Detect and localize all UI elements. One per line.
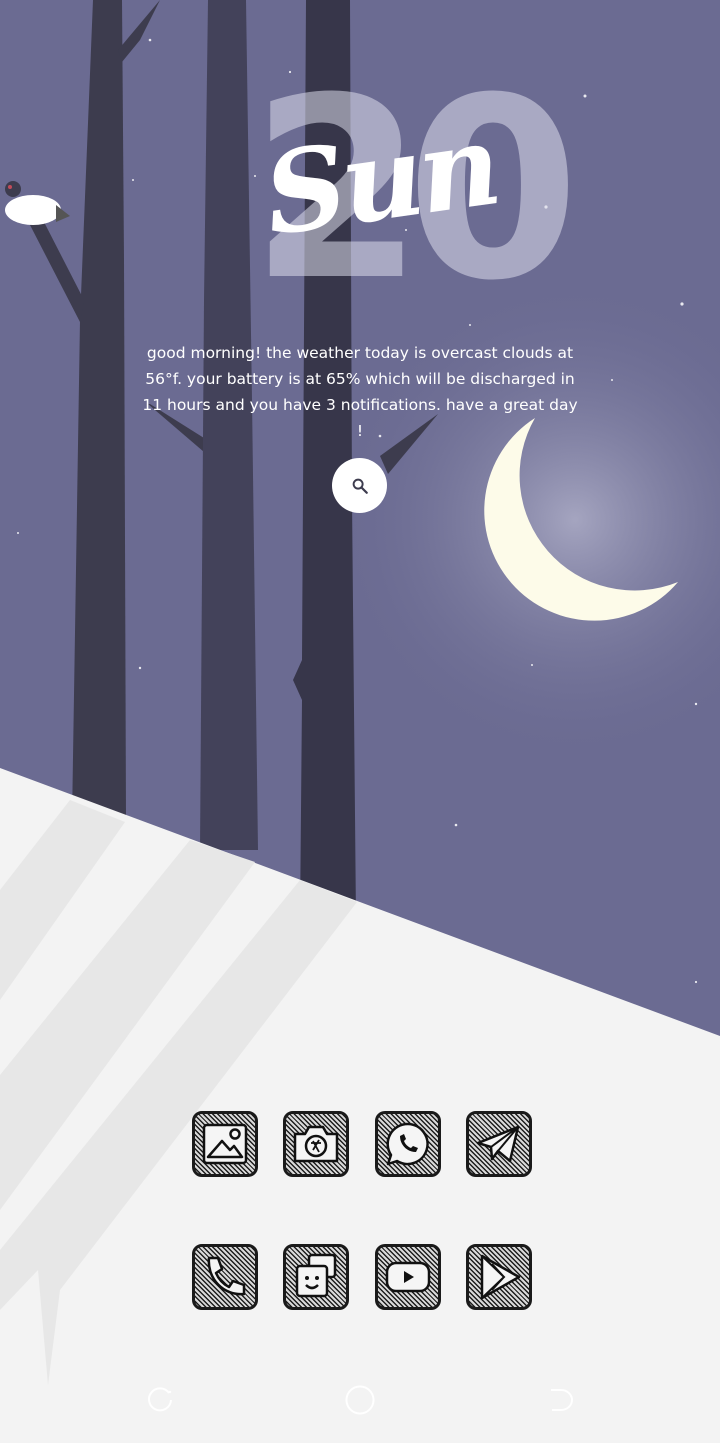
search-icon	[352, 478, 368, 494]
gallery-app[interactable]	[192, 1111, 258, 1177]
phone-icon	[207, 1256, 246, 1296]
youtube-app[interactable]	[374, 1244, 441, 1310]
messages-icon	[296, 1253, 337, 1298]
recents-button[interactable]	[140, 1380, 180, 1420]
dock-row-2	[192, 1244, 532, 1310]
telegram-icon	[476, 1125, 520, 1163]
whatsapp-app[interactable]	[374, 1111, 441, 1177]
home-icon	[345, 1385, 375, 1415]
recents-icon	[148, 1387, 172, 1412]
youtube-icon	[385, 1261, 430, 1293]
whatsapp-icon	[386, 1122, 429, 1166]
camera-app[interactable]	[283, 1111, 350, 1177]
play-store-app[interactable]	[465, 1244, 532, 1310]
messages-app[interactable]	[283, 1244, 350, 1310]
telegram-app[interactable]	[465, 1111, 532, 1177]
phone-app[interactable]	[192, 1244, 258, 1310]
play-store-icon	[480, 1254, 521, 1300]
home-button[interactable]	[340, 1380, 380, 1420]
camera-icon	[294, 1125, 339, 1163]
navigation-bar	[0, 1360, 720, 1430]
greeting-text: good morning! the weather today is overc…	[142, 344, 578, 440]
back-button[interactable]	[540, 1380, 580, 1420]
day-name: Sun	[256, 99, 505, 262]
back-icon	[551, 1389, 573, 1411]
dock-row-1	[192, 1111, 532, 1177]
search-button[interactable]	[332, 458, 387, 513]
gallery-icon	[202, 1123, 248, 1165]
